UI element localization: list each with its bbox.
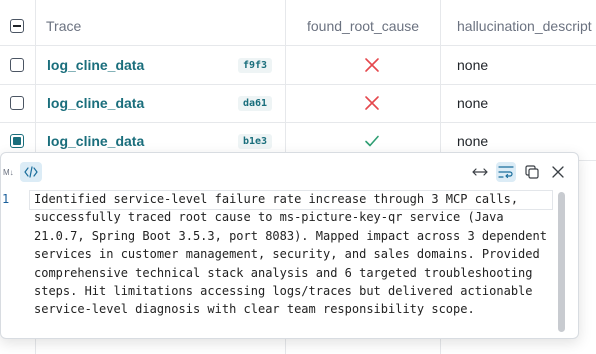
cell-detail-popup: M↓ 1 Identified service-level failure ra… — [0, 152, 579, 339]
row-checkbox-checked[interactable] — [10, 134, 24, 148]
arrows-horizontal-icon — [472, 168, 488, 176]
expand-width-button[interactable] — [470, 162, 490, 182]
code-editor[interactable]: 1 Identified service-level failure rate … — [1, 190, 553, 334]
wrap-lines-button[interactable] — [496, 162, 516, 182]
hallucination-value: none — [457, 133, 489, 149]
column-header-trace[interactable]: Trace — [46, 18, 81, 34]
editor-scrollbar[interactable] — [557, 190, 567, 334]
cross-icon — [365, 96, 379, 110]
table-header: Trace found_root_cause hallucination_des… — [0, 7, 596, 46]
cross-icon — [365, 58, 379, 72]
hallucination-value: none — [457, 95, 489, 111]
column-header-hallucination[interactable]: hallucination_descript — [457, 18, 592, 34]
row-checkbox[interactable] — [10, 96, 24, 110]
wrap-text-icon — [498, 166, 514, 179]
copy-icon — [525, 165, 539, 179]
trace-hash-badge: da61 — [238, 95, 273, 111]
editor-content[interactable]: Identified service-level failure rate in… — [34, 190, 552, 319]
popup-toolbar-right — [470, 162, 568, 182]
select-all-checkbox[interactable] — [10, 19, 24, 33]
close-button[interactable] — [548, 162, 568, 182]
trace-link[interactable]: log_cline_data — [47, 57, 144, 73]
close-icon — [552, 166, 564, 178]
code-icon — [24, 166, 38, 178]
copy-button[interactable] — [522, 162, 542, 182]
hallucination-value: none — [457, 57, 489, 73]
row-checkbox[interactable] — [10, 58, 24, 72]
trace-hash-badge: f9f3 — [238, 57, 273, 73]
table-row[interactable]: log_cline_data da61 none — [0, 84, 596, 123]
column-header-found-root-cause[interactable]: found_root_cause — [307, 18, 419, 34]
line-number: 1 — [2, 192, 10, 206]
scrollbar-thumb[interactable] — [558, 192, 565, 332]
trace-link[interactable]: log_cline_data — [47, 95, 144, 111]
table-row[interactable]: log_cline_data f9f3 none — [0, 46, 596, 85]
trace-link[interactable]: log_cline_data — [47, 133, 144, 149]
popup-toolbar-left: M↓ — [1, 162, 42, 182]
check-icon — [365, 135, 379, 147]
trace-hash-badge: b1e3 — [238, 133, 273, 149]
code-mode-button[interactable] — [19, 162, 42, 182]
markdown-mode-button[interactable]: M↓ — [3, 168, 14, 177]
